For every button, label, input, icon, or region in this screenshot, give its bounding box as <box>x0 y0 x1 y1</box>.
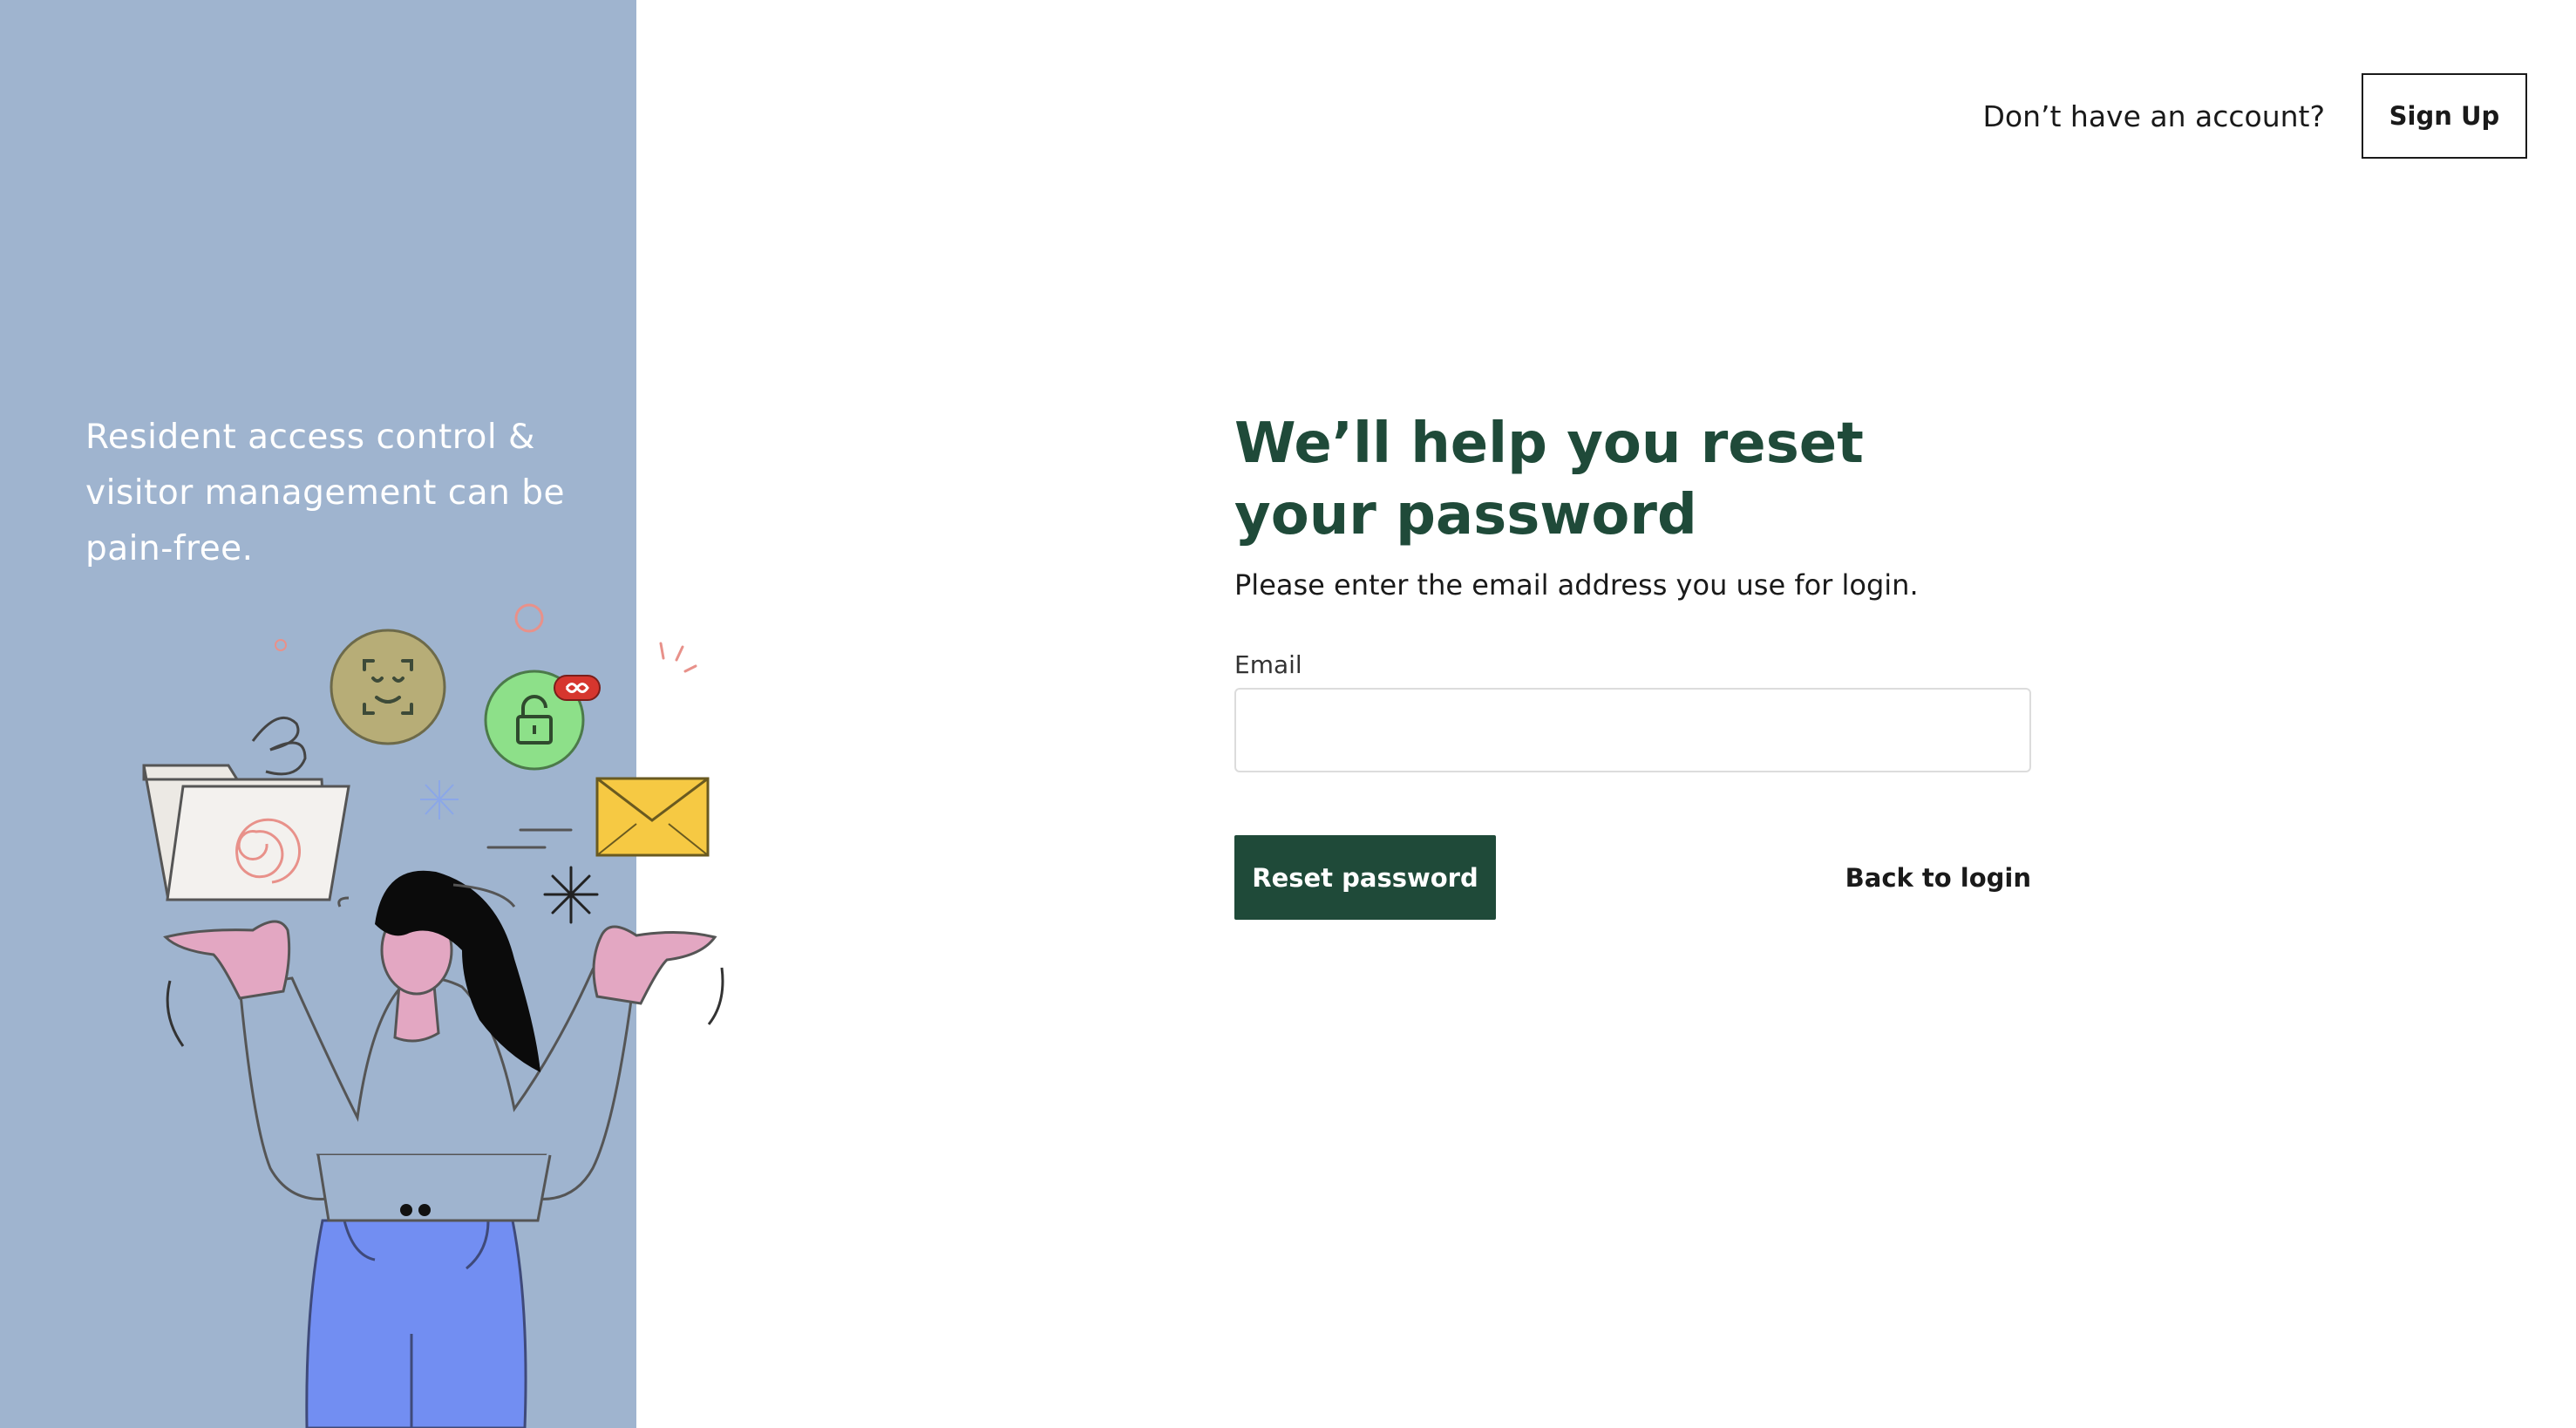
form-actions: Reset password Back to login <box>1234 835 2031 920</box>
sparkle-lines <box>659 642 697 673</box>
tagline: Resident access control & visitor manage… <box>85 418 566 568</box>
illustration-panel: Resident access control & visitor manage… <box>0 0 636 1428</box>
no-account-text: Don’t have an account? <box>1982 99 2325 133</box>
sign-up-button[interactable]: Sign Up <box>2362 73 2527 159</box>
email-label: Email <box>1234 650 1302 679</box>
reset-password-form: We’ll help you reset your password Pleas… <box>1234 408 2031 920</box>
email-field[interactable] <box>1234 688 2031 772</box>
reset-password-button[interactable]: Reset password <box>1234 835 1496 920</box>
page-title: We’ll help you reset your password <box>1234 411 1864 547</box>
page-subtitle: Please enter the email address you use f… <box>1234 568 1919 602</box>
back-to-login-link[interactable]: Back to login <box>1845 863 2031 893</box>
top-bar: Don’t have an account? Sign Up <box>1982 73 2527 159</box>
